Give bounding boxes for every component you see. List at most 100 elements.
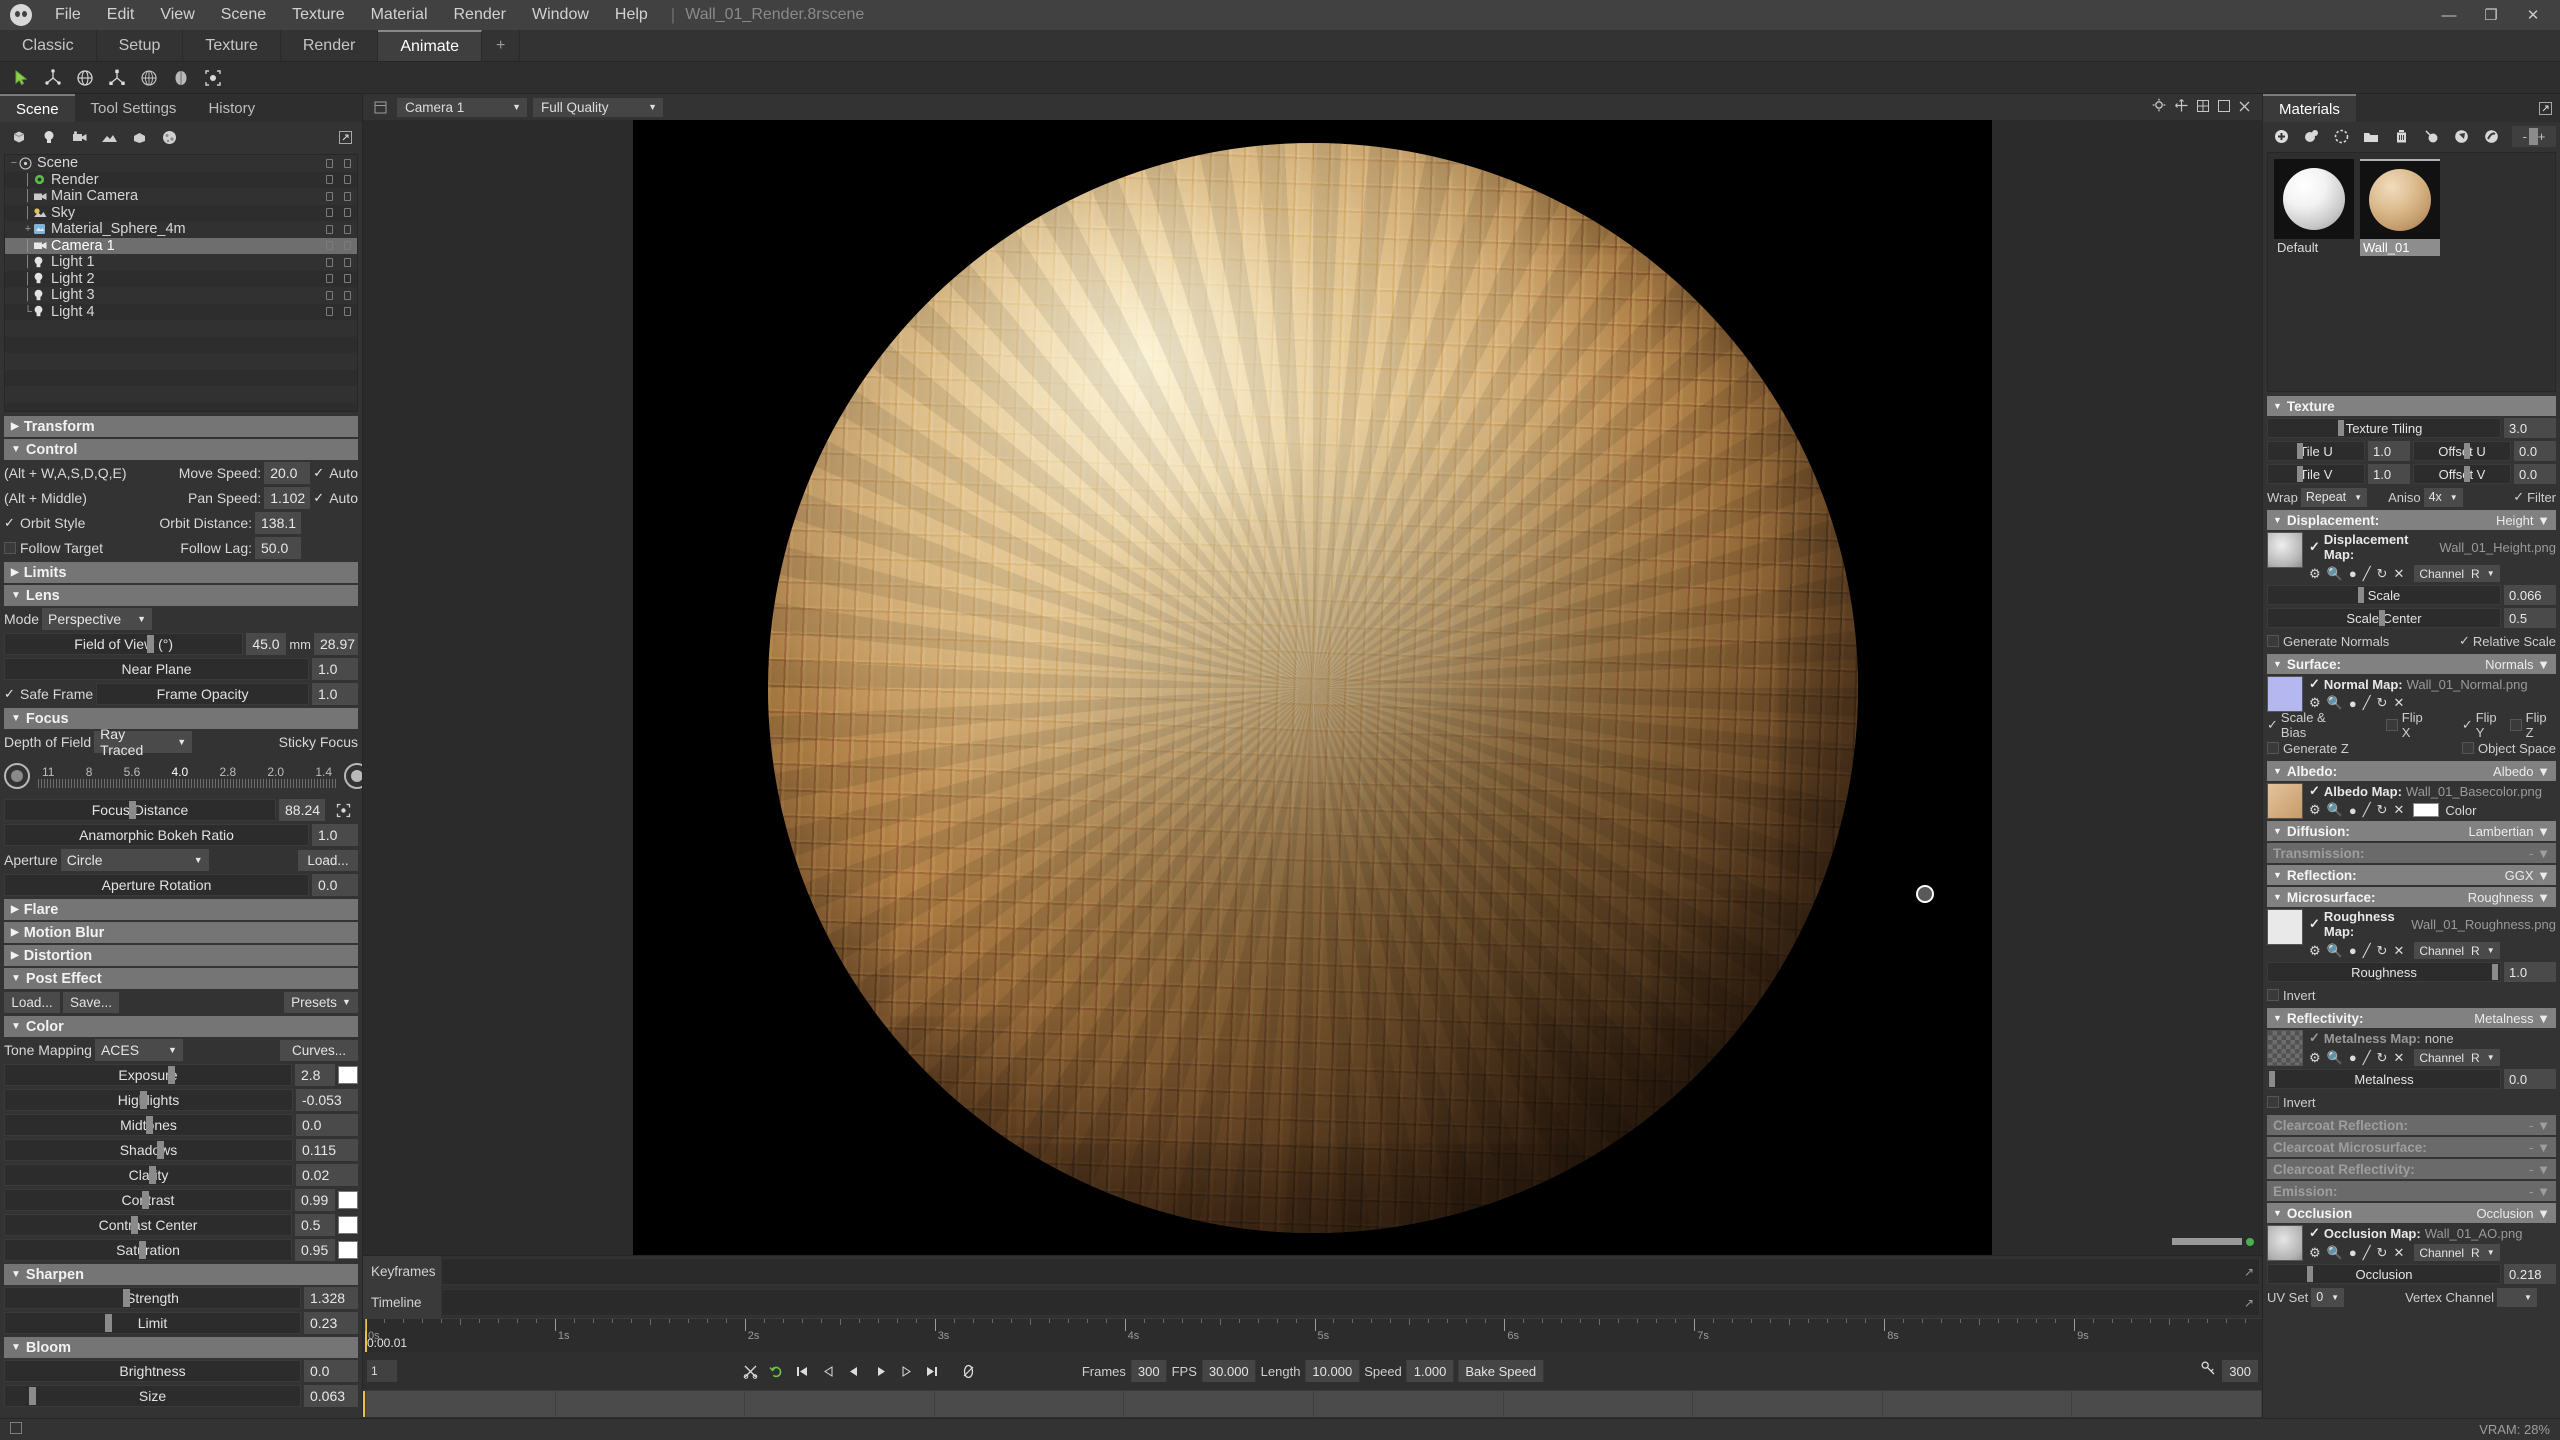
tree-item-light-2[interactable]: │ Light 2 [5,271,357,288]
edit-icon[interactable]: ╱ [2363,943,2371,959]
track-cell[interactable] [745,1391,935,1417]
tone-mapping-dropdown[interactable]: ACES ▼ [94,1039,183,1061]
twisty-icon[interactable]: │ [23,256,33,268]
expand-icon[interactable]: ↗ [2244,1265,2254,1279]
section-clearcoat-reflection[interactable]: Clearcoat Reflection: - ▼ [2267,1115,2556,1135]
twisty-icon[interactable]: │ [23,207,33,219]
clearcoat-microsurface-mode[interactable]: - ▼ [2529,1140,2550,1155]
step-forward-icon[interactable] [893,1358,919,1384]
track-cell[interactable] [2072,1391,2262,1417]
tree-row-toggles[interactable] [326,191,351,201]
fstop-2-8[interactable]: 2.8 [219,765,236,779]
slider-knob[interactable] [2307,1266,2314,1282]
anamorphic-value[interactable]: 1.0 [312,824,358,846]
tab-history[interactable]: History [192,94,271,122]
twisty-icon[interactable]: └ [23,306,33,318]
occlusion-map-thumbnail[interactable] [2267,1225,2303,1261]
aperture-wheel-left-icon[interactable] [4,763,30,789]
fstop-8[interactable]: 8 [86,765,93,779]
gear-icon[interactable]: ⚙ [2309,566,2321,582]
scale-tool-icon[interactable] [102,64,132,92]
pick-icon[interactable]: ● [2349,1050,2357,1065]
track-cell[interactable] [366,1391,556,1417]
uv-tool-icon[interactable] [166,64,196,92]
menu-view[interactable]: View [147,2,207,28]
aperture-load-button[interactable]: Load... [298,849,358,871]
midtones-slider[interactable]: Midtones [4,1114,293,1136]
metalness-map-thumbnail[interactable] [2267,1030,2303,1066]
exposure-value[interactable]: 2.8 [295,1064,335,1086]
slider-knob[interactable] [2358,587,2365,603]
aperture-rotation-slider[interactable]: Aperture Rotation [4,874,309,896]
reload-icon[interactable]: ↻ [2377,802,2388,818]
flip-y-checkbox[interactable]: ✓ Flip Y [2462,710,2507,740]
pick-icon[interactable]: ● [2349,943,2357,958]
twisty-icon[interactable]: │ [23,190,33,202]
check-icon[interactable]: ✓ [2309,1030,2320,1046]
tree-item-scene[interactable]: − Scene [5,155,357,172]
fstop-2-0[interactable]: 2.0 [267,765,284,779]
exposure-slider[interactable]: Exposure [4,1064,292,1086]
material-thumbnail[interactable] [2274,159,2354,239]
occlusion-channel-dropdown[interactable]: Channel R ▼ [2414,1244,2500,1261]
section-control[interactable]: ▼ Control [4,439,358,460]
metalness-value[interactable]: 0.0 [2504,1069,2556,1089]
current-frame-input[interactable]: 1 [367,1360,397,1382]
jump-start-icon[interactable] [789,1358,815,1384]
frames-input[interactable]: 300 [1130,1360,1167,1382]
duplicate-icon[interactable] [2298,124,2324,148]
scene-tree[interactable]: − Scene │ Render │ Main Camera │ Sky + M… [4,154,358,412]
section-sharpen[interactable]: ▼ Sharpen [4,1264,358,1285]
add-group-icon[interactable] [126,125,152,149]
check-icon[interactable]: ✓ [2309,1225,2320,1241]
check-icon[interactable]: ✓ [2309,916,2320,932]
speed-input[interactable]: 1.000 [1406,1360,1454,1382]
track-cell[interactable] [1693,1391,1883,1417]
material-search-field[interactable]: - / + [2512,125,2556,147]
roughness-slider[interactable]: Roughness [2267,962,2501,982]
material-item-default[interactable]: Default [2274,159,2354,256]
tile-v-value[interactable]: 1.0 [2368,464,2410,484]
lens-mode-dropdown[interactable]: Perspective ▼ [42,608,153,630]
slider-knob[interactable] [2492,964,2498,980]
aperture-dropdown[interactable]: Circle ▼ [60,849,209,871]
bake-speed-button[interactable]: Bake Speed [1458,1360,1544,1382]
close-icon[interactable] [2239,97,2250,117]
slider-knob[interactable] [2379,610,2386,626]
menu-render[interactable]: Render [441,2,519,28]
search-icon[interactable]: 🔍 [2327,943,2343,959]
remove-icon[interactable]: ✕ [2393,1245,2404,1261]
tab-tool-settings[interactable]: Tool Settings [75,94,193,122]
contrast-center-value[interactable]: 0.5 [295,1214,335,1236]
pick-icon[interactable]: ● [2349,566,2357,581]
pick-icon[interactable]: ● [2349,1245,2357,1260]
add-camera-icon[interactable] [66,125,92,149]
keyframes-track[interactable]: ↗ [441,1258,2260,1285]
saturation-slider[interactable]: Saturation [4,1239,292,1261]
menu-edit[interactable]: Edit [94,2,148,28]
end-frame-input[interactable]: 300 [2222,1360,2258,1382]
section-transmission[interactable]: Transmission: - ▼ [2267,843,2556,863]
fstop-1-4[interactable]: 1.4 [315,765,332,779]
track-cell[interactable] [935,1391,1125,1417]
remove-icon[interactable]: ✕ [2393,695,2404,711]
clarity-value[interactable]: 0.02 [296,1164,358,1186]
anamorphic-bokeh-slider[interactable]: Anamorphic Bokeh Ratio [4,824,309,846]
bloom-brightness-value[interactable]: 0.0 [304,1360,358,1382]
section-transform[interactable]: ▶ Transform [4,416,358,437]
slider-knob[interactable] [2296,466,2303,482]
uv-set-dropdown[interactable]: 0 ▼ [2311,1287,2345,1307]
reload-icon[interactable]: ↻ [2377,1050,2388,1066]
material-size-slider[interactable] [2529,127,2538,145]
tree-item-light-4[interactable]: └ Light 4 [5,304,357,321]
displacement-scale-slider[interactable]: Scale [2267,585,2501,605]
camera-select[interactable]: Camera 1 ▼ [397,97,527,117]
metalness-slider[interactable]: Metalness [2267,1069,2501,1089]
edit-icon[interactable]: ╱ [2363,802,2371,818]
slider-knob[interactable] [168,1066,176,1084]
occlusion-value[interactable]: 0.218 [2504,1264,2556,1284]
focus-distance-value[interactable]: 88.24 [279,799,325,821]
albedo-map-thumbnail[interactable] [2267,783,2303,819]
sharpen-limit-slider[interactable]: Limit [4,1312,301,1334]
gear-icon[interactable] [2152,97,2166,117]
